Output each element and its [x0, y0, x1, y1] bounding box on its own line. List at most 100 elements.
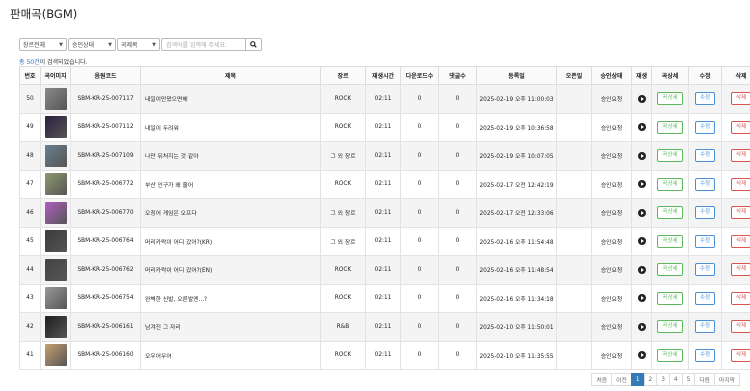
column-header: 번호: [19, 66, 41, 85]
detail-button[interactable]: 곡상세: [657, 92, 683, 106]
play-icon[interactable]: [637, 322, 646, 331]
comment-count: 0: [438, 84, 477, 114]
delete-cell: 삭제: [721, 312, 750, 342]
play-icon[interactable]: [637, 237, 646, 246]
page-first-button[interactable]: 처음: [591, 373, 613, 386]
table-row: 42 SBM-KR-25-006161 남겨진 그 자리 R&B 02:11 0 0 2025…: [19, 312, 750, 342]
status-select[interactable]: 승인상태 ▼: [68, 38, 116, 51]
delete-button[interactable]: 삭제: [730, 263, 750, 277]
cover-cell: [40, 169, 71, 199]
column-header: 곡상세: [651, 66, 689, 85]
delete-button[interactable]: 삭제: [730, 234, 750, 248]
search-input[interactable]: 검색어를 입력해 주세요.: [161, 38, 245, 51]
genre-select[interactable]: 장르전체 ▼: [19, 38, 67, 51]
delete-button[interactable]: 삭제: [730, 348, 750, 362]
chevron-down-icon: ▼: [152, 41, 156, 48]
comment-count: 0: [438, 198, 477, 228]
page-number-button[interactable]: 1: [630, 373, 645, 386]
play-icon[interactable]: [637, 294, 646, 303]
cover-cell: [40, 283, 71, 313]
song-genre: ROCK: [320, 112, 366, 142]
edit-button[interactable]: 수정: [694, 149, 716, 163]
edit-button[interactable]: 수정: [694, 177, 716, 191]
detail-button[interactable]: 곡상세: [657, 320, 683, 334]
delete-button[interactable]: 삭제: [730, 291, 750, 305]
category-select[interactable]: 곡제목 ▼: [117, 38, 160, 51]
chevron-down-icon: ▼: [59, 41, 63, 48]
detail-button[interactable]: 곡상세: [657, 263, 683, 277]
column-header: 삭제: [721, 66, 750, 85]
delete-button[interactable]: 삭제: [730, 206, 750, 220]
play-icon[interactable]: [637, 351, 646, 360]
page-next-button[interactable]: 다음: [694, 373, 715, 386]
page-number-button[interactable]: 4: [668, 373, 683, 386]
chevron-down-icon: ▼: [108, 41, 112, 48]
approval-status: 승인요청: [591, 226, 632, 256]
download-count: 0: [400, 340, 439, 370]
song-genre: ROCK: [320, 340, 366, 370]
play-icon[interactable]: [637, 265, 646, 274]
search-icon: [250, 41, 257, 48]
edit-button[interactable]: 수정: [694, 291, 716, 305]
edit-cell: 수정: [688, 340, 722, 370]
detail-button[interactable]: 곡상세: [657, 177, 683, 191]
open-date: [556, 255, 592, 285]
edit-button[interactable]: 수정: [694, 320, 716, 334]
detail-cell: 곡상세: [651, 169, 689, 199]
row-number: 45: [19, 226, 41, 256]
page-number-button[interactable]: 3: [656, 373, 670, 386]
delete-button[interactable]: 삭제: [730, 177, 750, 191]
download-count: 0: [400, 141, 439, 171]
delete-button[interactable]: 삭제: [730, 120, 750, 134]
cover-cell: [40, 112, 71, 142]
approval-status: 승인요청: [591, 340, 632, 370]
detail-button[interactable]: 곡상세: [657, 234, 683, 248]
delete-button[interactable]: 삭제: [730, 149, 750, 163]
play-icon[interactable]: [637, 94, 646, 103]
page-number-button[interactable]: 5: [681, 373, 696, 386]
row-number: 43: [19, 283, 41, 313]
table-row: 49 SBM-KR-25-007112 내일이 두려워 ROCK 02:11 0 0 2025…: [19, 112, 750, 142]
approval-status: 승인요청: [591, 312, 632, 342]
page-prev-button[interactable]: 이전: [611, 373, 632, 386]
edit-button[interactable]: 수정: [694, 206, 716, 220]
play-icon[interactable]: [637, 151, 646, 160]
result-count: 총 50건이 검색되었습니다.: [19, 57, 88, 66]
play-cell: [631, 255, 652, 285]
edit-cell: 수정: [688, 255, 722, 285]
edit-button[interactable]: 수정: [694, 263, 716, 277]
registered-date: 2025-02-16 오후 11:34:18: [476, 283, 557, 313]
detail-button[interactable]: 곡상세: [657, 149, 683, 163]
detail-button[interactable]: 곡상세: [657, 291, 683, 305]
detail-cell: 곡상세: [651, 112, 689, 142]
edit-cell: 수정: [688, 198, 722, 228]
open-date: [556, 141, 592, 171]
edit-button[interactable]: 수정: [694, 92, 716, 106]
comment-count: 0: [438, 169, 477, 199]
column-header: 오픈일: [556, 66, 592, 85]
page-number-button[interactable]: 2: [643, 373, 658, 386]
open-date: [556, 84, 592, 114]
detail-button[interactable]: 곡상세: [657, 348, 683, 362]
download-count: 0: [400, 283, 439, 313]
table-header: 번호 곡이미지 음원코드 제목 장르 재생시간 다운로드수 댓글수 등록일 오픈일 승인상태 재생 곡상…: [19, 66, 750, 85]
approval-status: 승인요청: [591, 84, 632, 114]
search-button[interactable]: [245, 38, 262, 51]
play-icon[interactable]: [637, 180, 646, 189]
approval-status: 승인요청: [591, 141, 632, 171]
play-icon[interactable]: [637, 123, 646, 132]
page-last-button[interactable]: 마지막: [714, 373, 740, 386]
detail-button[interactable]: 곡상세: [657, 206, 683, 220]
edit-button[interactable]: 수정: [694, 348, 716, 362]
play-cell: [631, 84, 652, 114]
detail-button[interactable]: 곡상세: [657, 120, 683, 134]
play-time: 02:11: [365, 169, 401, 199]
delete-button[interactable]: 삭제: [730, 92, 750, 106]
edit-button[interactable]: 수정: [694, 234, 716, 248]
song-genre: ROCK: [320, 283, 366, 313]
download-count: 0: [400, 312, 439, 342]
delete-button[interactable]: 삭제: [730, 320, 750, 334]
edit-button[interactable]: 수정: [694, 120, 716, 134]
play-icon[interactable]: [637, 208, 646, 217]
genre-select-label: 장르전체: [23, 42, 46, 49]
